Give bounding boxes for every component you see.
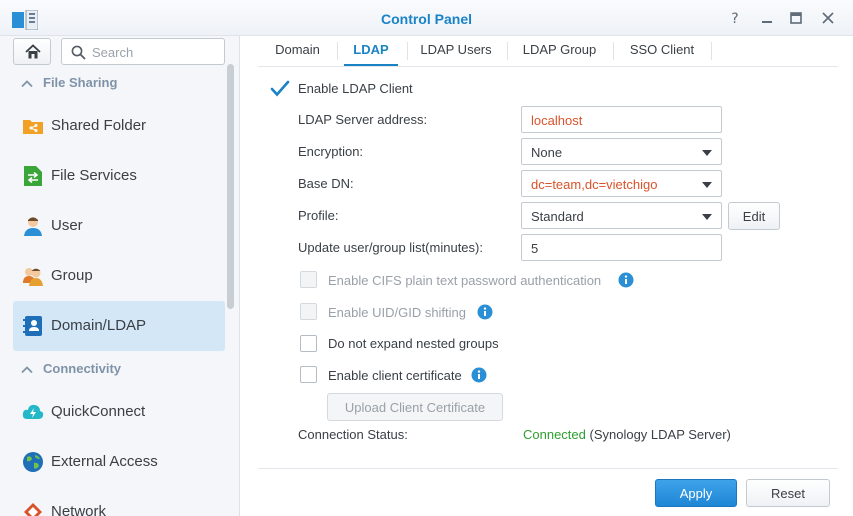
enable-ldap-label: Enable LDAP Client <box>298 81 413 96</box>
minimize-icon[interactable] <box>758 9 776 27</box>
base-dn-select[interactable]: dc=team,dc=vietchigo <box>521 170 722 197</box>
profile-label: Profile: <box>298 208 339 223</box>
search-input[interactable] <box>92 43 218 61</box>
chevron-up-icon <box>21 80 33 88</box>
section-title: Connectivity <box>43 361 122 376</box>
profile-value: Standard <box>531 209 584 224</box>
caret-down-icon <box>702 182 712 188</box>
sidebar-item-group[interactable]: Group <box>13 251 225 301</box>
sidebar: File Sharing Shared Folder File Services… <box>0 36 240 516</box>
search-box[interactable] <box>61 38 225 65</box>
tab-divider <box>337 42 338 60</box>
nested-groups-label: Do not expand nested groups <box>328 336 499 351</box>
sidebar-item-network[interactable]: Network <box>13 487 225 516</box>
search-icon <box>71 45 86 60</box>
connection-status-detail: (Synology LDAP Server) <box>585 427 731 442</box>
tab-ldap-users[interactable]: LDAP Users <box>413 36 499 66</box>
sidebar-item-file-services[interactable]: File Services <box>13 151 225 201</box>
sidebar-item-user[interactable]: User <box>13 201 225 251</box>
cifs-label: Enable CIFS plain text password authenti… <box>328 273 602 288</box>
globe-icon <box>23 452 43 472</box>
tab-divider <box>507 42 508 60</box>
profile-select[interactable]: Standard <box>521 202 722 229</box>
home-button[interactable] <box>13 38 51 65</box>
sidebar-item-label: External Access <box>51 453 158 470</box>
maximize-icon[interactable] <box>787 9 805 27</box>
uid-gid-checkbox <box>300 303 317 320</box>
home-icon <box>25 44 41 59</box>
tab-divider <box>613 42 614 60</box>
footer-divider <box>258 468 838 469</box>
close-icon[interactable] <box>819 9 837 27</box>
shared-folder-icon <box>23 120 43 134</box>
help-icon[interactable]: ? <box>726 9 744 27</box>
sidebar-item-label: Network <box>51 503 107 516</box>
chevron-up-icon <box>21 366 33 374</box>
file-services-icon <box>24 166 42 186</box>
connection-status-value: Connected <box>523 427 586 442</box>
info-icon[interactable] <box>471 367 487 383</box>
client-certificate-checkbox[interactable] <box>300 366 317 383</box>
title-bar: Control Panel ? <box>0 0 853 36</box>
sidebar-item-shared-folder[interactable]: Shared Folder <box>13 101 225 151</box>
tab-divider <box>407 42 408 60</box>
enable-ldap-checkbox[interactable] <box>269 79 291 99</box>
sidebar-item-external-access[interactable]: External Access <box>13 437 225 487</box>
update-interval-label: Update user/group list(minutes): <box>298 240 483 255</box>
uid-gid-label: Enable UID/GID shifting <box>328 305 467 320</box>
sidebar-item-quickconnect[interactable]: QuickConnect <box>13 387 225 437</box>
server-address-label: LDAP Server address: <box>298 112 428 127</box>
tab-divider <box>711 42 712 60</box>
svg-text:?: ? <box>731 11 738 27</box>
tab-ldap-group[interactable]: LDAP Group <box>514 36 605 66</box>
domain-ldap-icon <box>23 316 42 336</box>
connection-status-label: Connection Status: <box>298 427 408 442</box>
tab-domain[interactable]: Domain <box>264 36 331 66</box>
tab-bar: Domain LDAP LDAP Users LDAP Group SSO Cl… <box>258 36 838 67</box>
sidebar-item-label: QuickConnect <box>51 403 146 420</box>
user-icon <box>24 217 42 236</box>
sidebar-item-label: Shared Folder <box>51 117 147 134</box>
caret-down-icon <box>702 150 712 156</box>
quickconnect-icon <box>22 404 44 419</box>
sidebar-item-label: User <box>51 217 83 234</box>
encryption-value: None <box>531 145 563 160</box>
encryption-select[interactable]: None <box>521 138 722 165</box>
sidebar-item-label: File Services <box>51 167 137 184</box>
nested-groups-checkbox[interactable] <box>300 335 317 352</box>
apply-button[interactable]: Apply <box>655 479 737 507</box>
sidebar-item-domain-ldap[interactable]: Domain/LDAP <box>13 301 225 351</box>
sidebar-item-label: Domain/LDAP <box>51 317 147 334</box>
edit-profile-button[interactable]: Edit <box>728 202 780 230</box>
server-address-input[interactable]: localhost <box>521 106 722 133</box>
update-interval-input[interactable]: 5 <box>521 234 722 261</box>
cifs-checkbox <box>300 271 317 288</box>
update-interval-value: 5 <box>531 241 539 256</box>
section-title: File Sharing <box>43 75 118 90</box>
info-icon[interactable] <box>618 272 634 288</box>
sidebar-scrollbar[interactable] <box>227 64 234 309</box>
tab-sso-client[interactable]: SSO Client <box>620 36 704 66</box>
group-icon <box>23 268 43 286</box>
network-icon <box>24 503 42 516</box>
base-dn-label: Base DN: <box>298 176 354 191</box>
reset-button[interactable]: Reset <box>746 479 830 507</box>
caret-down-icon <box>702 214 712 220</box>
client-certificate-label: Enable client certificate <box>328 368 462 383</box>
sidebar-item-label: Group <box>51 267 93 284</box>
base-dn-value: dc=team,dc=vietchigo <box>531 177 658 192</box>
tab-ldap[interactable]: LDAP <box>344 36 398 66</box>
info-icon[interactable] <box>477 304 493 320</box>
encryption-label: Encryption: <box>298 144 364 159</box>
server-address-value: localhost <box>531 113 583 128</box>
upload-certificate-button: Upload Client Certificate <box>327 393 503 421</box>
connection-status: Connected (Synology LDAP Server) <box>523 427 731 442</box>
